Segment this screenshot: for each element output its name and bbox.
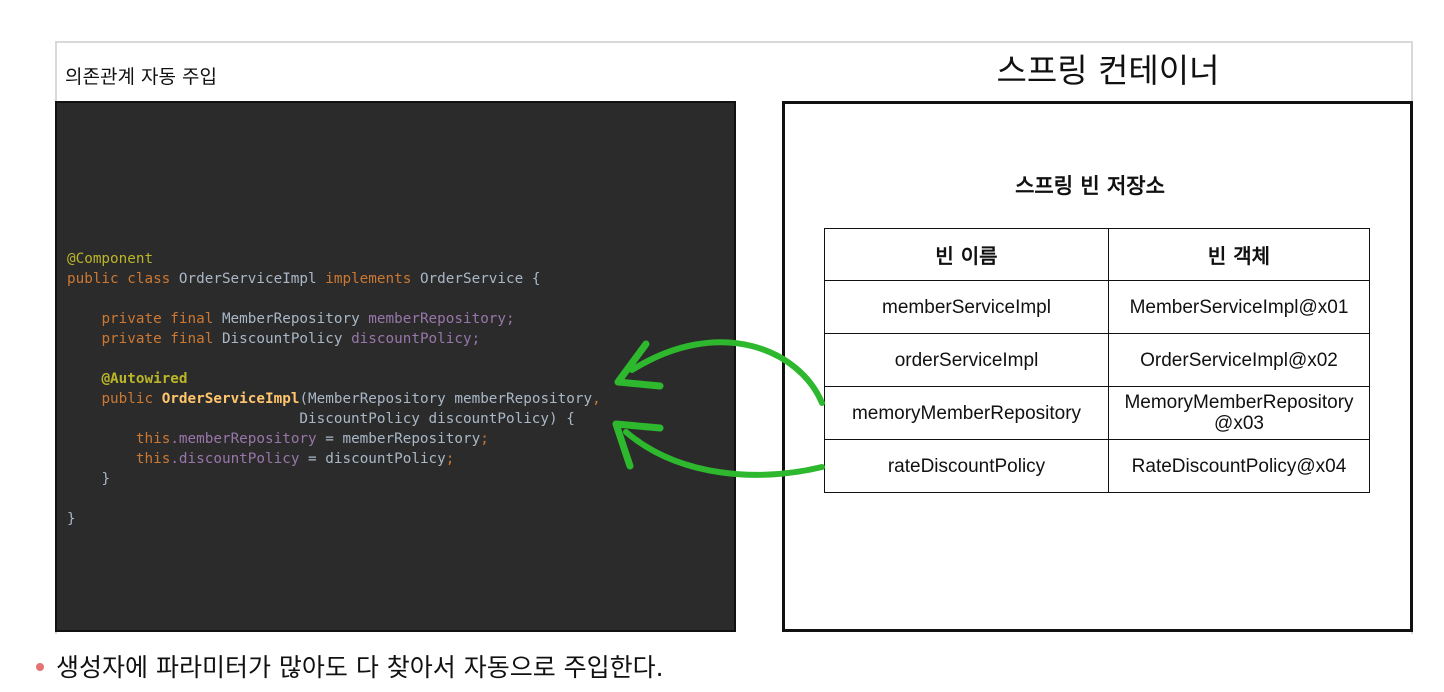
code-comma: , <box>592 391 601 407</box>
code-semicolon: ; <box>480 431 489 447</box>
code-semicolon: ; <box>445 451 455 467</box>
bean-object-cell: OrderServiceImpl@x02 <box>1108 333 1370 387</box>
code-class-name: OrderServiceImpl <box>178 271 317 287</box>
code-member-repo-field: memberRepository; <box>368 311 515 327</box>
code-kw-implements: implements <box>325 271 412 287</box>
code-kw-private-final: private final <box>101 331 214 347</box>
code-constructor-name: OrderServiceImpl <box>161 391 300 407</box>
bean-name-cell: rateDiscountPolicy <box>824 439 1109 493</box>
bean-name-cell: orderServiceImpl <box>824 333 1109 387</box>
bean-table: 빈 이름 빈 객체 memberServiceImpl MemberServic… <box>824 228 1370 493</box>
code-assign-discount: = discountPolicy <box>299 451 446 467</box>
code-ctor-param1: (MemberRepository memberRepository <box>299 391 593 407</box>
code-interface-name: OrderService { <box>419 271 541 287</box>
bean-object-cell: MemoryMemberRepository @x03 <box>1108 386 1370 440</box>
header-bean-object: 빈 객체 <box>1108 228 1370 281</box>
bean-name-cell: memoryMemberRepository <box>824 386 1109 440</box>
container-title: 스프링 컨테이너 <box>996 51 1220 90</box>
bean-object-cell: RateDiscountPolicy@x04 <box>1108 439 1370 493</box>
code-kw-private-final: private final <box>101 311 214 327</box>
code-block: @Component public class OrderServiceImpl… <box>67 249 601 529</box>
code-panel: @Component public class OrderServiceImpl… <box>55 101 736 632</box>
code-kw-public: public <box>101 391 154 407</box>
code-kw-this: this <box>135 451 171 467</box>
table-row: orderServiceImpl OrderServiceImpl@x02 <box>824 333 1370 387</box>
code-discount-policy-field: discountPolicy; <box>351 331 481 347</box>
code-assign-member: = memberRepository <box>316 431 481 447</box>
code-this-discount-field: .discountPolicy <box>170 451 300 467</box>
bean-name-cell: memberServiceImpl <box>824 280 1109 334</box>
bean-object-cell: MemberServiceImpl@x01 <box>1108 280 1370 334</box>
code-close-inner: } <box>101 471 111 487</box>
code-kw-this: this <box>135 431 171 447</box>
header-bean-name: 빈 이름 <box>824 228 1109 281</box>
code-close-outer: } <box>67 511 76 527</box>
code-annotation-autowired: @Autowired <box>101 371 188 387</box>
code-this-member-field: .memberRepository <box>170 431 317 447</box>
caption-text: 생성자에 파라미터가 많아도 다 찾아서 자동으로 주입한다. <box>56 653 664 682</box>
code-member-repo-type: MemberRepository <box>221 311 360 327</box>
code-ctor-param2: DiscountPolicy discountPolicy) { <box>299 411 575 427</box>
code-kw-public-class: public class <box>67 271 171 287</box>
bullet-dot <box>36 663 44 671</box>
table-row: memoryMemberRepository MemoryMemberRepos… <box>824 386 1370 440</box>
table-row: rateDiscountPolicy RateDiscountPolicy@x0… <box>824 439 1370 493</box>
code-discount-policy-type: DiscountPolicy <box>221 331 343 347</box>
left-title: 의존관계 자동 주입 <box>65 66 217 88</box>
table-row: memberServiceImpl MemberServiceImpl@x01 <box>824 280 1370 334</box>
bean-table-header-row: 빈 이름 빈 객체 <box>824 228 1370 281</box>
bean-repository-title: 스프링 빈 저장소 <box>1015 174 1165 198</box>
code-annotation-component: @Component <box>67 251 154 267</box>
